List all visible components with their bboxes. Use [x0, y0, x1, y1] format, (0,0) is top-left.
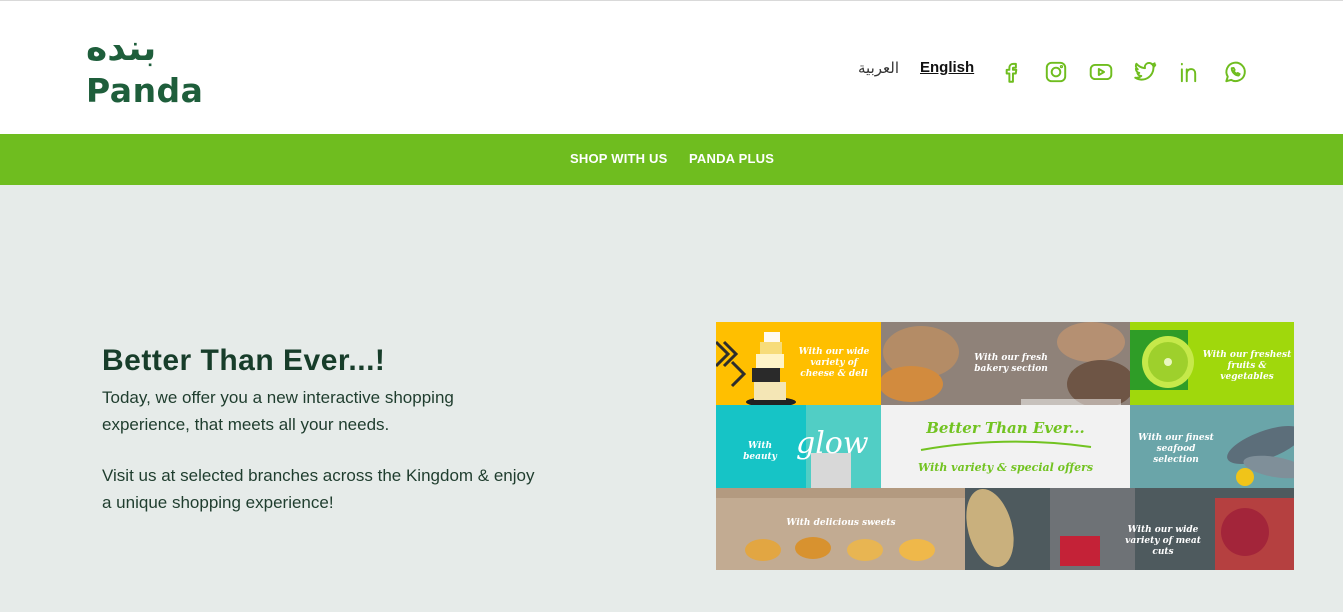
tile-beauty: With beauty glow	[716, 405, 881, 488]
nav-panda-plus[interactable]: PANDA PLUS	[689, 151, 774, 166]
facebook-icon[interactable]	[997, 58, 1025, 86]
tile-cheese-deli: With our wide variety of cheese & deli	[716, 322, 881, 405]
tile-cheese-label: With our wide variety of cheese & deli	[798, 347, 870, 379]
instagram-icon[interactable]	[1042, 58, 1070, 86]
twitter-icon[interactable]	[1131, 58, 1159, 86]
panda-logo[interactable]: بنده Panda	[86, 29, 216, 113]
hero-paragraph-1: Today, we offer you a new interactive sh…	[102, 388, 454, 434]
logo-english: Panda	[86, 71, 204, 110]
tile-sweets: With delicious sweets	[716, 488, 965, 570]
site-header: بنده Panda العربية English	[0, 0, 1343, 134]
logo-arabic: بنده	[86, 28, 157, 69]
tile-seafood-label: With our finest seafood selection	[1138, 433, 1214, 465]
tile-bakery: With our fresh bakery section	[881, 322, 1130, 405]
tile-bakery-label: With our fresh bakery section	[974, 353, 1048, 374]
tile-glow-text: glow	[796, 426, 869, 461]
main-navigation: SHOP WITH US PANDA PLUS	[0, 134, 1343, 185]
youtube-icon[interactable]	[1087, 58, 1115, 86]
tile-special-offers-label: With variety & special offers	[917, 461, 1094, 474]
language-english-link[interactable]: English	[920, 59, 974, 76]
hero-paragraph-2: Visit us at selected branches across the…	[102, 466, 535, 512]
hero-title: Better Than Ever...!	[102, 344, 386, 377]
language-arabic-link[interactable]: العربية	[858, 59, 899, 77]
tile-better-than-ever: Better Than Ever... With variety & speci…	[881, 405, 1130, 488]
tile-beauty-label: With beauty	[743, 441, 777, 462]
tile-meat-cuts: With our wide variety of meat cuts	[965, 488, 1294, 570]
linkedin-icon[interactable]	[1176, 58, 1204, 86]
whatsapp-icon[interactable]	[1221, 58, 1249, 86]
tile-sweets-label: With delicious sweets	[786, 518, 896, 528]
tile-meat-label: With our wide variety of meat cuts	[1125, 525, 1201, 557]
nav-shop-with-us[interactable]: SHOP WITH US	[570, 151, 668, 166]
tile-fruits-vegetables: With our freshest fruits & vegetables	[1130, 322, 1294, 405]
tile-seafood: With our finest seafood selection	[1130, 405, 1294, 488]
tile-fruits-label: With our freshest fruits & vegetables	[1202, 350, 1292, 382]
promo-collage: With our wide variety of cheese & deli W…	[716, 322, 1294, 570]
